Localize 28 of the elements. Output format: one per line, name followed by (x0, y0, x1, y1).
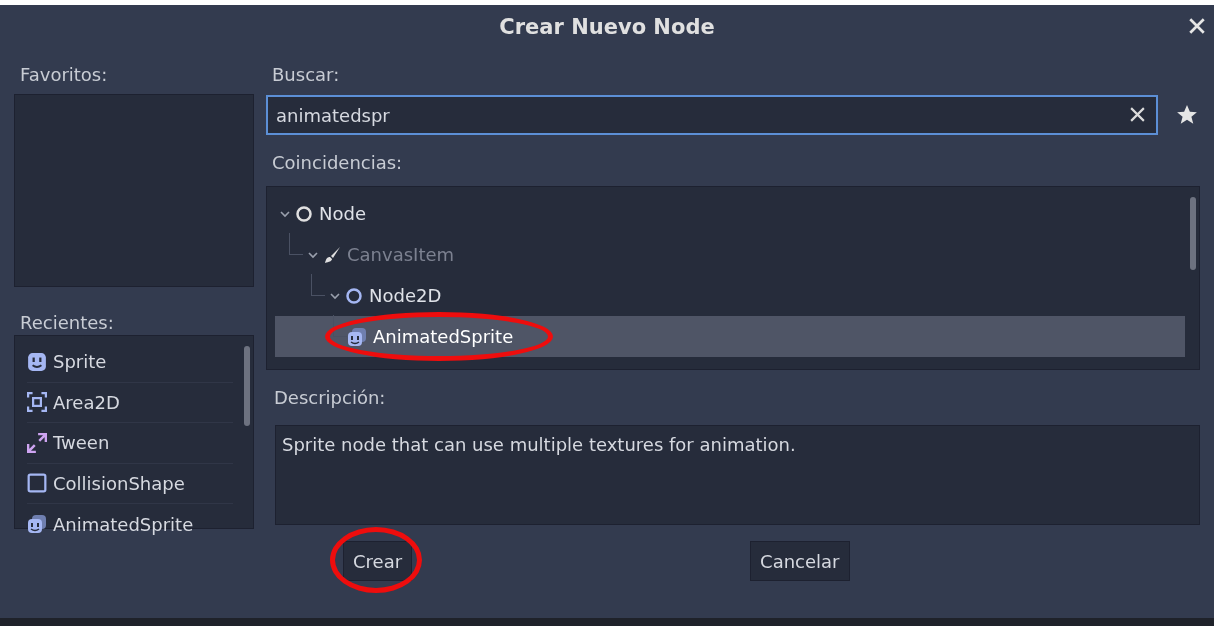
sprite-face-icon (27, 351, 47, 372)
matches-label: Coincidencias: (271, 151, 404, 175)
search-label: Buscar: (271, 63, 341, 87)
description-text: Sprite node that can use multiple textures for animation. (282, 434, 796, 455)
scrollbar-thumb[interactable] (1190, 197, 1196, 270)
favorites-label: Favoritos: (19, 63, 109, 87)
tree-item[interactable]: Node (275, 193, 1185, 234)
area-icon (27, 392, 47, 413)
diagonal-arrows-icon (27, 432, 47, 453)
recent-item[interactable]: AnimatedSprite (27, 504, 233, 545)
animated-sprite-icon (347, 326, 367, 347)
dialog-button[interactable]: Crear (343, 541, 413, 581)
recent-item[interactable]: Area2D (27, 382, 233, 423)
window-title: Crear Nuevo Node (499, 15, 715, 39)
search-field[interactable]: animatedspr (266, 95, 1158, 135)
circle-icon (345, 286, 363, 305)
chevron-icon[interactable] (280, 208, 290, 219)
scrollbar-thumb[interactable] (244, 346, 250, 426)
recent-item[interactable]: CollisionShape (27, 463, 233, 504)
recent-item[interactable]: Sprite (27, 342, 233, 383)
favorite-star-button[interactable] (1176, 104, 1198, 126)
circle-icon (295, 204, 313, 223)
recent-item[interactable]: Tween (27, 423, 233, 464)
description-label: Descripción: (273, 386, 387, 410)
recents-label: Recientes: (19, 311, 115, 335)
square-icon (27, 473, 47, 494)
clear-icon[interactable] (1129, 106, 1146, 123)
dialog-button[interactable]: Cancelar (750, 541, 850, 581)
